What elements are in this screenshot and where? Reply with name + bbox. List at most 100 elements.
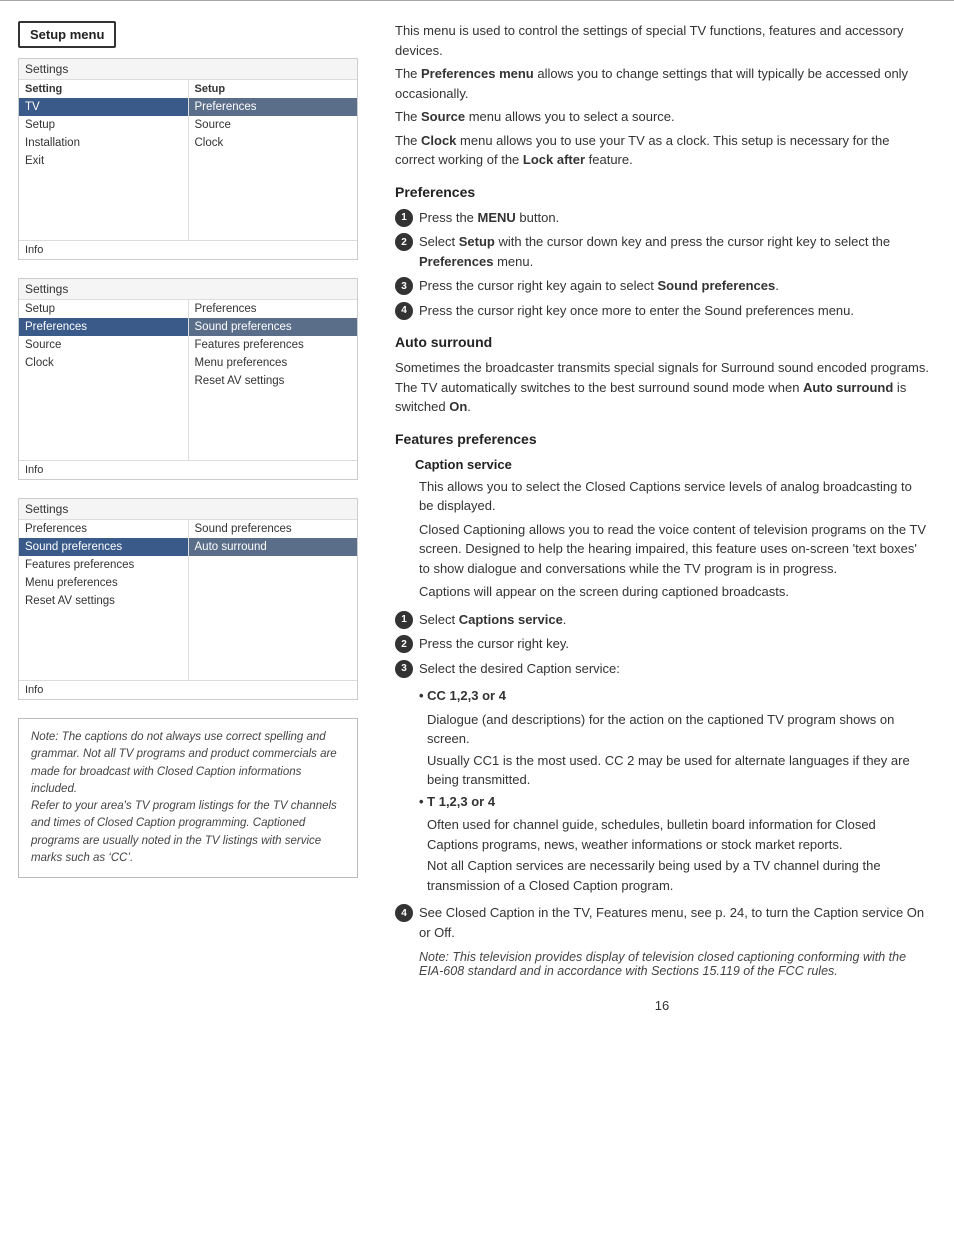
caption-step-3: 3 Select the desired Caption service: xyxy=(395,659,929,679)
panel2-body: Setup Preferences Source Clock Preferenc… xyxy=(19,300,357,460)
panel1-col2-header: Setup xyxy=(189,80,358,98)
cap-step-num-4: 4 xyxy=(395,904,413,922)
panel3-item-menu[interactable]: Menu preferences xyxy=(19,574,188,592)
panel2-info: Info xyxy=(19,460,357,479)
panel3-title: Settings xyxy=(19,499,357,520)
step-num-2: 2 xyxy=(395,233,413,251)
caption-step-4: 4 See Closed Caption in the TV, Features… xyxy=(395,903,929,942)
settings-panel-1: Settings Setting TV Setup Installation E… xyxy=(18,58,358,260)
caption-steps: 1 Select Captions service. 2 Press the c… xyxy=(395,610,929,679)
menu-item-source-1[interactable]: Source xyxy=(189,116,358,134)
caption-sub-heading: Caption service xyxy=(415,457,929,472)
panel3-col1-empty3 xyxy=(19,622,188,628)
panel2-col2-menu[interactable]: Menu preferences xyxy=(189,354,358,372)
menu-item-exit[interactable]: Exit xyxy=(19,152,188,170)
preferences-steps: 1 Press the MENU button. 2 Select Setup … xyxy=(395,208,929,321)
caption-step-3-text: Select the desired Caption service: xyxy=(419,659,620,679)
panel3-col2-auto[interactable]: Auto surround xyxy=(189,538,358,556)
t-bullet-header: • T 1,2,3 or 4 xyxy=(419,792,929,812)
setup-menu-header: Setup menu xyxy=(18,21,116,48)
pref-step-1: 1 Press the MENU button. xyxy=(395,208,929,228)
panel2-item-setup[interactable]: Setup xyxy=(19,300,188,318)
panel2-item-clock[interactable]: Clock xyxy=(19,354,188,372)
settings-panel-2: Settings Setup Preferences Source Clock … xyxy=(18,278,358,480)
menu-item-setup[interactable]: Setup xyxy=(19,116,188,134)
pref-step-1-text: Press the MENU button. xyxy=(419,208,559,228)
pref-step-3-text: Press the cursor right key again to sele… xyxy=(419,276,779,296)
settings-panel-3: Settings Preferences Sound preferences F… xyxy=(18,498,358,700)
panel1-col1-empty4 xyxy=(19,188,188,194)
auto-surround-text: Sometimes the broadcaster transmits spec… xyxy=(395,358,929,417)
caption-step-2: 2 Press the cursor right key. xyxy=(395,634,929,654)
panel1-col2-empty5 xyxy=(189,176,358,182)
pref-step-3: 3 Press the cursor right key again to se… xyxy=(395,276,929,296)
setup-menu-label: Setup menu xyxy=(30,27,104,42)
pref-step-2-text: Select Setup with the cursor down key an… xyxy=(419,232,929,271)
panel2-col2: Preferences Sound preferences Features p… xyxy=(189,300,358,460)
caption-step-2-text: Press the cursor right key. xyxy=(419,634,569,654)
note-box: Note: The captions do not always use cor… xyxy=(18,718,358,878)
t-bullet-line-2: Not all Caption services are necessarily… xyxy=(427,856,929,895)
preferences-heading: Preferences xyxy=(395,184,929,200)
panel1-col1: Setting TV Setup Installation Exit xyxy=(19,80,189,240)
cap-step-num-3: 3 xyxy=(395,660,413,678)
cap-step-num-1: 1 xyxy=(395,611,413,629)
panel2-col2-reset[interactable]: Reset AV settings xyxy=(189,372,358,390)
pref-step-4: 4 Press the cursor right key once more t… xyxy=(395,301,929,321)
left-column: Setup menu Settings Setting TV Setup Ins… xyxy=(10,11,380,1226)
step-num-1: 1 xyxy=(395,209,413,227)
panel2-col1: Setup Preferences Source Clock xyxy=(19,300,189,460)
panel2-col2-sound[interactable]: Sound preferences xyxy=(189,318,358,336)
cc-bullet-line-1: Dialogue (and descriptions) for the acti… xyxy=(427,710,929,749)
pref-step-2: 2 Select Setup with the cursor down key … xyxy=(395,232,929,271)
caption-step-1-text: Select Captions service. xyxy=(419,610,566,630)
panel3-info: Info xyxy=(19,680,357,699)
cc-bullet-header: • CC 1,2,3 or 4 xyxy=(419,686,929,706)
caption-step4-list: 4 See Closed Caption in the TV, Features… xyxy=(395,903,929,942)
panel1-col2: Setup Preferences Source Clock xyxy=(189,80,358,240)
caption-intro-2: Closed Captioning allows you to read the… xyxy=(419,520,929,579)
panel3-item-preferences[interactable]: Preferences xyxy=(19,520,188,538)
panel3-item-features[interactable]: Features preferences xyxy=(19,556,188,574)
menu-item-installation[interactable]: Installation xyxy=(19,134,188,152)
panel3-col1: Preferences Sound preferences Features p… xyxy=(19,520,189,680)
panel3-item-sound[interactable]: Sound preferences xyxy=(19,538,188,556)
cc-bullet-line-2: Usually CC1 is the most used. CC 2 may b… xyxy=(427,751,929,790)
panel2-title: Settings xyxy=(19,279,357,300)
panel2-col2-features[interactable]: Features preferences xyxy=(189,336,358,354)
panel2-item-preferences[interactable]: Preferences xyxy=(19,318,188,336)
note-text: Note: The captions do not always use cor… xyxy=(31,731,337,864)
right-column: This menu is used to control the setting… xyxy=(380,11,944,1226)
features-heading: Features preferences xyxy=(395,431,929,447)
panel2-col2-empty3 xyxy=(189,402,358,408)
panel1-col1-header: Setting xyxy=(19,80,188,98)
step4-note: Note: This television provides display o… xyxy=(419,950,929,978)
menu-item-clock-1[interactable]: Clock xyxy=(189,134,358,152)
step-num-3: 3 xyxy=(395,277,413,295)
caption-intro-3: Captions will appear on the screen durin… xyxy=(419,582,929,602)
auto-surround-heading: Auto surround xyxy=(395,334,929,350)
panel2-col1-empty4 xyxy=(19,390,188,396)
menu-item-tv[interactable]: TV xyxy=(19,98,188,116)
intro-line-2: The Preferences menu allows you to chang… xyxy=(395,64,929,103)
page-number: 16 xyxy=(395,998,929,1013)
panel3-col2-empty6 xyxy=(189,586,358,592)
t-bullet-line-1: Often used for channel guide, schedules,… xyxy=(427,815,929,854)
panel1-title: Settings xyxy=(19,59,357,80)
panel3-col2: Sound preferences Auto surround xyxy=(189,520,358,680)
panel3-body: Preferences Sound preferences Features p… xyxy=(19,520,357,680)
panel1-body: Setting TV Setup Installation Exit Setup… xyxy=(19,80,357,240)
panel2-col2-preferences[interactable]: Preferences xyxy=(189,300,358,318)
panel2-item-source[interactable]: Source xyxy=(19,336,188,354)
caption-step-4-text: See Closed Caption in the TV, Features m… xyxy=(419,903,929,942)
caption-step-1: 1 Select Captions service. xyxy=(395,610,929,630)
menu-item-preferences-1[interactable]: Preferences xyxy=(189,98,358,116)
step-num-4: 4 xyxy=(395,302,413,320)
intro-line-1: This menu is used to control the setting… xyxy=(395,21,929,60)
pref-step-4-text: Press the cursor right key once more to … xyxy=(419,301,854,321)
intro-line-4: The Clock menu allows you to use your TV… xyxy=(395,131,929,170)
panel3-col2-sound[interactable]: Sound preferences xyxy=(189,520,358,538)
panel1-info: Info xyxy=(19,240,357,259)
panel3-item-reset[interactable]: Reset AV settings xyxy=(19,592,188,610)
caption-intro-1: This allows you to select the Closed Cap… xyxy=(419,477,929,516)
